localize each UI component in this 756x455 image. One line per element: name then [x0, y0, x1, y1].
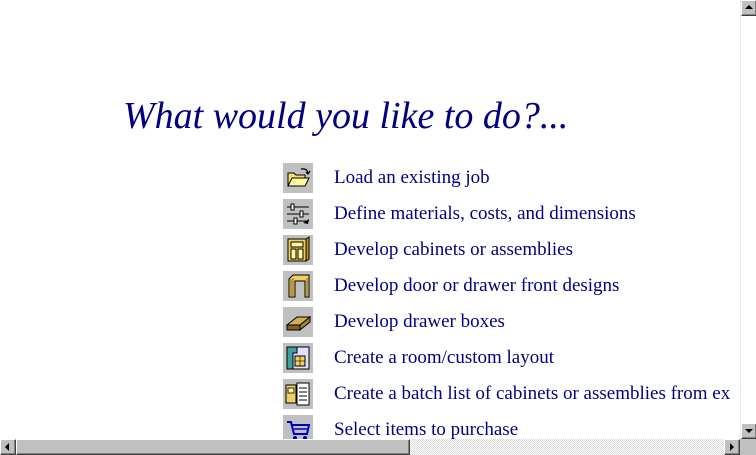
- menu-item-drawer-boxes[interactable]: Develop drawer boxes: [283, 306, 505, 338]
- menu-item-develop-doors[interactable]: Develop door or drawer front designs: [283, 270, 619, 302]
- menu-item-label: Create a room/custom layout: [334, 347, 555, 368]
- scroll-up-button[interactable]: [741, 0, 756, 16]
- shopping-cart-icon: [283, 415, 313, 439]
- menu-item-label: Load an existing job: [334, 167, 490, 188]
- menu-item-label: Develop drawer boxes: [334, 311, 505, 332]
- menu-item-label: Develop door or drawer front designs: [334, 275, 620, 296]
- horizontal-scrollbar[interactable]: [0, 439, 740, 455]
- menu-item-define-materials[interactable]: Define materials, costs, and dimensions: [283, 198, 636, 230]
- scroll-right-button[interactable]: [724, 439, 740, 455]
- menu-item-label: Select items to purchase: [334, 419, 519, 439]
- arrow-up-icon: [745, 5, 753, 9]
- menu-item-load-job[interactable]: Load an existing job: [283, 162, 490, 194]
- menu-item-develop-cabinets[interactable]: Develop cabinets or assemblies: [283, 234, 573, 266]
- arrow-left-icon: [5, 443, 9, 451]
- cabinet-icon: [283, 235, 313, 265]
- arrow-down-icon: [745, 429, 753, 433]
- page-heading: What would you like to do?...: [123, 95, 569, 137]
- arrow-right-icon: [730, 443, 734, 451]
- open-folder-icon: [283, 163, 313, 193]
- menu-item-label: Define materials, costs, and dimensions: [334, 203, 636, 224]
- menu-item-label: Develop cabinets or assemblies: [334, 239, 574, 260]
- page-content: What would you like to do?... Load an ex…: [0, 0, 740, 439]
- vertical-scrollbar[interactable]: [740, 0, 756, 439]
- scrollbar-corner: [740, 439, 756, 455]
- menu-item-purchase[interactable]: Select items to purchase: [283, 414, 518, 439]
- room-layout-icon: [283, 343, 313, 373]
- scroll-down-button[interactable]: [741, 423, 756, 439]
- sliders-icon: [283, 199, 313, 229]
- door-frame-icon: [283, 271, 313, 301]
- menu-item-room-layout[interactable]: Create a room/custom layout: [283, 342, 554, 374]
- menu-item-batch-list[interactable]: Create a batch list of cabinets or assem…: [283, 378, 730, 410]
- scroll-left-button[interactable]: [0, 439, 16, 455]
- menu-item-label: Create a batch list of cabinets or assem…: [334, 383, 731, 404]
- batch-list-icon: [283, 379, 313, 409]
- drawer-box-icon: [283, 307, 313, 337]
- horizontal-scroll-thumb[interactable]: [16, 439, 410, 455]
